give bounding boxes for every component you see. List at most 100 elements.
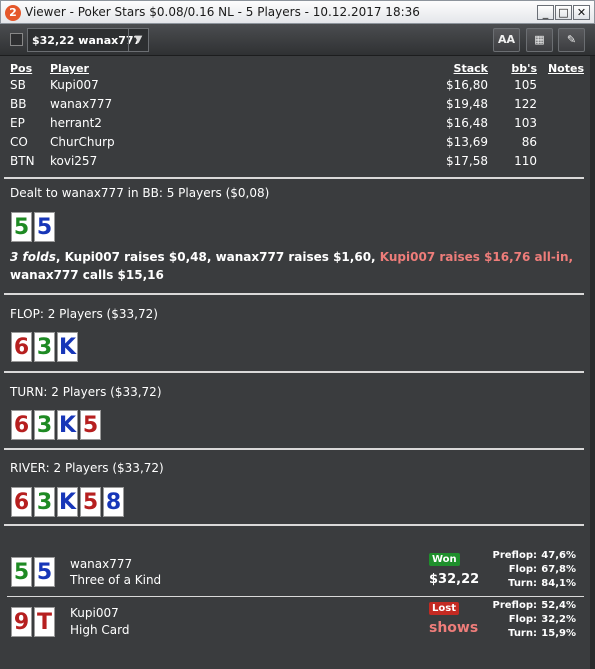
table-row[interactable]: CO ChurChurp $13,69 86 [0,135,595,154]
playing-card: 3 [34,410,55,440]
winner-equity: Preflop: 47,6% Flop: 67,8% Turn: 84,1% [480,550,590,592]
equity-label: Flop: [508,614,537,625]
playing-card: 3 [34,487,55,517]
table-row[interactable]: BTN kovi257 $17,58 110 [0,154,595,173]
equity-value: 84,1% [541,578,576,589]
player-position: BTN [10,154,35,168]
playing-card: 8 [103,487,124,517]
winner-player-name: wanax777 [70,557,133,571]
column-header-stack[interactable]: Stack [454,62,488,75]
playing-card: 5 [11,557,32,587]
app-logo-icon: 2 [5,5,21,21]
river-title: RIVER: 2 Players ($33,72) [10,461,164,475]
player-bbs: 105 [514,78,537,92]
player-name: wanax777 [50,97,113,111]
section-divider [4,448,584,450]
preflop-hole-cards: 5 5 [11,212,55,242]
preflop-actions: 3 folds, Kupi007 raises $0,48, wanax777 … [10,250,573,264]
player-stack: $16,80 [446,78,488,92]
equity-value: 47,6% [541,550,576,561]
vertical-scrollbar[interactable] [590,56,595,669]
edit-pencil-button[interactable]: ✎ [558,28,585,52]
player-name: kovi257 [50,154,98,168]
action-text: , Kupi007 raises $0,48, wanax777 raises … [55,250,380,264]
player-bbs: 86 [521,135,537,149]
player-name: herrant2 [50,116,102,130]
player-position: CO [10,135,28,149]
playing-card: 5 [34,557,55,587]
equity-value: 32,2% [541,614,576,625]
shows-label: shows [429,620,479,636]
turn-title: TURN: 2 Players ($33,72) [10,385,162,399]
equity-label: Turn: [508,578,537,589]
player-stack: $13,69 [446,135,488,149]
playing-card: 6 [11,410,32,440]
chevron-down-icon[interactable]: ▼ [128,29,148,51]
preflop-actions-line2: wanax777 calls $15,16 [10,268,164,282]
loser-hand-rank: High Card [70,623,130,637]
player-bbs: 122 [514,97,537,111]
playing-card: 3 [34,332,55,362]
turn-board-cards: 6 3 K 5 [11,410,101,440]
grid-view-button[interactable]: ▦ [526,28,553,52]
loser-player-name: Kupi007 [70,606,119,620]
column-header-notes[interactable]: Notes [548,62,584,75]
player-stack: $19,48 [446,97,488,111]
player-position: BB [10,97,27,111]
river-board-cards: 6 3 K 5 8 [11,487,124,517]
equity-label: Preflop: [492,550,537,561]
hand-select-dropdown[interactable]: $32,22 wanax777 ▼ [27,28,149,52]
playing-card: T [34,607,55,637]
player-bbs: 110 [514,154,537,168]
table-row[interactable]: BB wanax777 $19,48 122 [0,97,595,116]
section-divider [4,371,584,373]
player-stack: $17,58 [446,154,488,168]
player-name: ChurChurp [50,135,115,149]
loser-hole-cards: 9 T [11,607,55,637]
winner-hand-rank: Three of a Kind [70,573,162,587]
won-badge: Won [429,553,460,566]
equity-label: Preflop: [492,600,537,611]
playing-card: 6 [11,487,32,517]
player-name: Kupi007 [50,78,99,92]
section-divider [4,293,584,295]
font-size-button[interactable]: AA [493,28,520,52]
column-header-bbs[interactable]: bb's [511,62,537,75]
hand-select-value: $32,22 wanax777 [32,34,142,47]
playing-card: 5 [11,212,32,242]
window-title-bar[interactable]: 2 Viewer - Poker Stars $0.08/0.16 NL - 5… [0,0,595,24]
column-header-pos[interactable]: Pos [10,62,32,75]
close-button[interactable]: ✕ [573,5,590,20]
window-title: Viewer - Poker Stars $0.08/0.16 NL - 5 P… [25,5,420,19]
preflop-title: Dealt to wanax777 in BB: 5 Players ($0,0… [10,186,270,200]
minimize-button[interactable]: _ [537,5,554,20]
table-row[interactable]: EP herrant2 $16,48 103 [0,116,595,135]
playing-card: 6 [11,332,32,362]
equity-value: 52,4% [541,600,576,611]
section-divider [7,596,584,597]
playing-card: 9 [11,607,32,637]
equity-label: Flop: [508,564,537,575]
flop-board-cards: 6 3 K [11,332,78,362]
equity-label: Turn: [508,628,537,639]
section-divider [4,524,584,526]
player-position: SB [10,78,26,92]
playing-card: K [57,410,78,440]
lost-badge: Lost [429,602,459,615]
section-divider [4,177,584,179]
player-position: EP [10,116,25,130]
maximize-button[interactable]: □ [555,5,572,20]
flop-title: FLOP: 2 Players ($33,72) [10,307,158,321]
playing-card: 5 [80,487,101,517]
playing-card: 5 [80,410,101,440]
toolbar: $32,22 wanax777 ▼ AA ▦ ✎ [0,24,595,56]
loser-equity: Preflop: 52,4% Flop: 32,2% Turn: 15,9% [480,600,590,642]
hand-checkbox[interactable] [10,33,23,46]
won-amount: $32,22 [429,572,480,587]
player-bbs: 103 [514,116,537,130]
table-row[interactable]: SB Kupi007 $16,80 105 [0,78,595,97]
equity-value: 15,9% [541,628,576,639]
playing-card: K [57,487,78,517]
equity-value: 67,8% [541,564,576,575]
column-header-player[interactable]: Player [50,62,89,75]
